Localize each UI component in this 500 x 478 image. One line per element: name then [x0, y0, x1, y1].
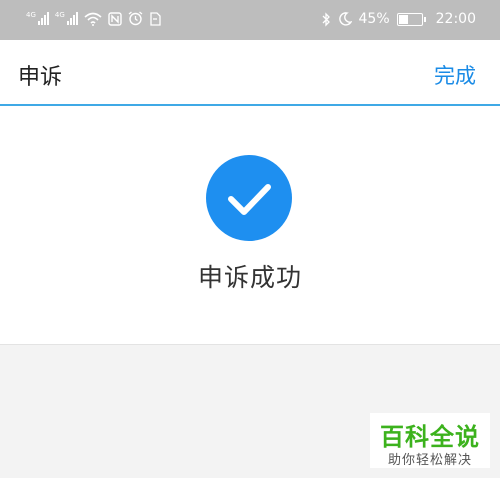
- signal-icon: 4G: [55, 12, 78, 25]
- network-type-label: 4G: [54, 11, 65, 19]
- moon-icon: [338, 12, 352, 26]
- success-panel: 申诉成功: [0, 106, 500, 345]
- status-right-icons: 45% 22:00: [321, 11, 476, 27]
- nfc-icon: [108, 11, 122, 26]
- checkmark-icon: [228, 184, 271, 215]
- watermark-title: 百科全说: [380, 423, 480, 451]
- done-button[interactable]: 完成: [434, 60, 476, 90]
- success-message: 申诉成功: [197, 263, 302, 292]
- watermark-subtitle: 助你轻松解决: [387, 453, 472, 468]
- status-time: 22:00: [435, 11, 476, 27]
- battery-icon: [396, 12, 426, 26]
- check-circle-icon: [206, 155, 292, 241]
- battery-percent: 45%: [358, 11, 390, 27]
- network-type-label: 4G: [26, 11, 36, 19]
- alarm-icon: [128, 11, 143, 26]
- watermark-logo: 百科全说 助你轻松解决: [370, 413, 490, 468]
- wifi-icon: [84, 12, 102, 26]
- page-title: 申诉: [18, 65, 63, 90]
- sim-icon: [150, 11, 161, 26]
- status-bar: 4G 4G 45% 22:00: [0, 0, 500, 40]
- status-left-icons: 4G 4G: [26, 11, 161, 26]
- nav-bar: 申诉 完成: [0, 40, 500, 106]
- signal-icon: 4G: [26, 12, 49, 25]
- bluetooth-icon: [322, 11, 330, 27]
